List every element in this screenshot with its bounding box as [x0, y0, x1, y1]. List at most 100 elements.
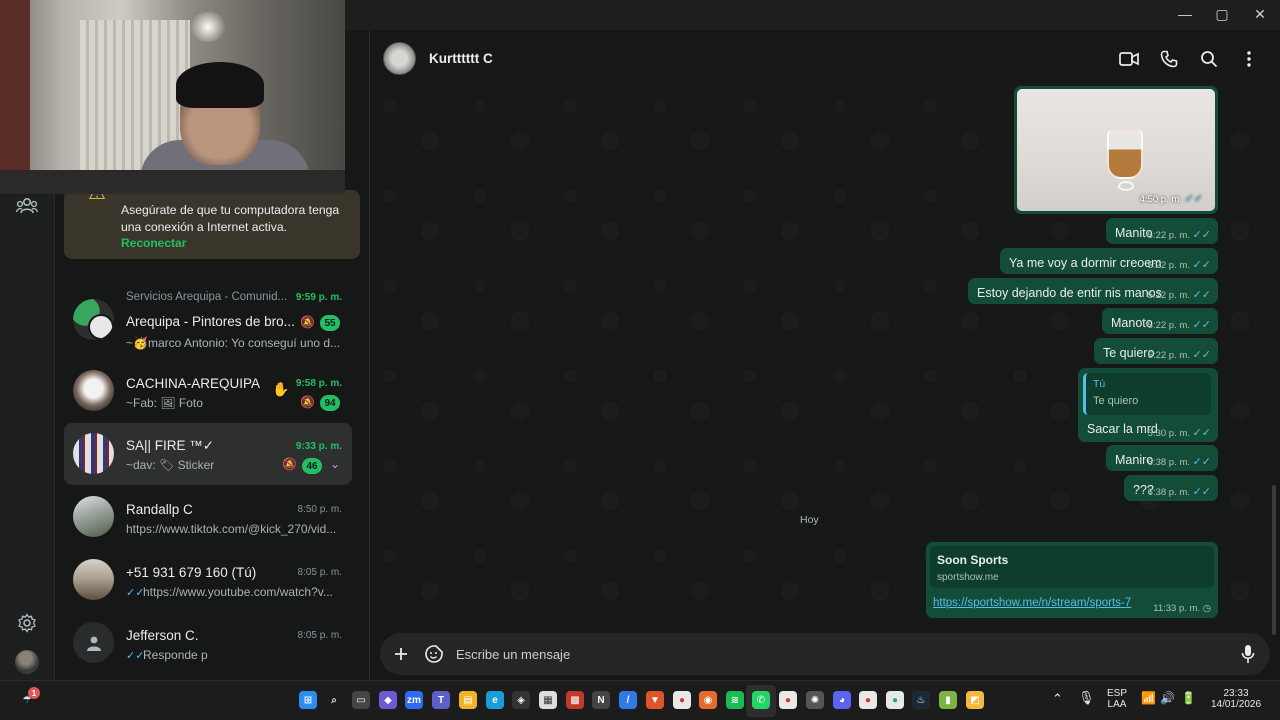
contact-name[interactable]: Kurtttttt C	[429, 51, 493, 66]
chat-name: CACHINA-AREQUIPA	[126, 376, 261, 391]
clock[interactable]: 23:33 14/01/2026	[1208, 688, 1264, 710]
app-green-icon[interactable]: ▮	[939, 691, 957, 709]
chat-avatar	[73, 559, 114, 600]
message-bubble[interactable]: Manoto 5:22 p. m. ✓✓	[1102, 308, 1218, 334]
menu-icon[interactable]	[1238, 48, 1260, 70]
message-bubble[interactable]: Ya me voy a dormir creoem 5:22 p. m. ✓✓	[1000, 248, 1218, 274]
message-meta: 5:22 p. m. ✓✓	[1148, 228, 1211, 241]
reconnect-link[interactable]: Reconectar	[121, 236, 186, 250]
chrome-alt-icon[interactable]: ●	[859, 691, 877, 709]
app-red-icon[interactable]: ▩	[566, 691, 584, 709]
communities-icon[interactable]	[14, 193, 40, 219]
read-ticks-icon: ✓✓	[1192, 486, 1211, 498]
chat-item[interactable]: CACHINA-AREQUIPA 9:58 p. m. ~Fab: 🖼 Foto…	[64, 360, 352, 422]
minimize-button[interactable]: —	[1166, 0, 1204, 28]
message-bubble[interactable]: Manito 5:22 p. m. ✓✓	[1106, 218, 1218, 244]
muted-icon: 🔕	[282, 457, 297, 471]
chrome-profile-icon[interactable]: ●	[779, 691, 797, 709]
video-call-icon[interactable]	[1118, 48, 1140, 70]
microphone-icon[interactable]	[1236, 642, 1260, 666]
notification-badge: 1	[28, 687, 40, 699]
chat-last-message: https://www.youtube.com/watch?v...	[143, 585, 333, 599]
read-ticks-icon: ✓✓	[1184, 193, 1203, 205]
chat-last-message: ~Fab: 🖼 Foto	[126, 396, 203, 410]
search-icon[interactable]	[1198, 48, 1220, 70]
teams-icon[interactable]: T	[432, 691, 450, 709]
settings-icon[interactable]	[14, 610, 40, 636]
read-ticks-icon: ✓✓	[1192, 259, 1211, 271]
attach-plus-icon[interactable]	[389, 642, 413, 666]
zoom-icon[interactable]: zm	[405, 691, 423, 709]
message-time: 5:22 p. m.	[1147, 350, 1190, 361]
chat-name: Jefferson C.	[126, 628, 199, 643]
file-explorer-icon[interactable]: ▤	[459, 691, 477, 709]
reply-message-bubble[interactable]: Tú Te quiero Sacar la mrd 5:30 p. m. ✓✓	[1078, 368, 1218, 442]
sticker-icon[interactable]	[422, 642, 446, 666]
image-time: 4:50 p. m.	[1139, 194, 1182, 205]
chevron-down-icon[interactable]: ⌄	[330, 457, 340, 471]
firefox-icon[interactable]: ◉	[699, 691, 717, 709]
chat-item[interactable]: Servicios Arequipa - Comunid... 9:59 p. …	[64, 289, 352, 351]
tray-overflow-icon[interactable]: ⌃	[1052, 691, 1063, 707]
quoted-message[interactable]: Tú Te quiero	[1083, 373, 1211, 415]
search-icon[interactable]: ⌕	[325, 691, 343, 709]
whatsapp-icon[interactable]: ✆	[752, 691, 770, 709]
message-bubble[interactable]: Maniro 6:38 p. m. ✓✓	[1106, 445, 1218, 471]
message-meta: 5:22 p. m. ✓✓	[1148, 348, 1211, 361]
link-message[interactable]: Soon Sports sportshow.me https://sportsh…	[926, 542, 1218, 618]
notion-icon[interactable]: N	[592, 691, 610, 709]
chat-time: 8:05 p. m.	[297, 630, 342, 641]
app-yellow-icon[interactable]: ◩	[966, 691, 984, 709]
chrome-alt2-icon[interactable]: ●	[886, 691, 904, 709]
message-input[interactable]	[456, 633, 1216, 675]
edge-icon[interactable]: e	[486, 691, 504, 709]
chat-name: +51 931 679 160 (Tú)	[126, 565, 257, 580]
volume-icon[interactable]: 🔊	[1160, 691, 1175, 705]
wifi-icon[interactable]: 📶	[1141, 691, 1156, 705]
writer-icon[interactable]: /	[619, 691, 637, 709]
chat-item[interactable]: Randallp C 8:50 p. m. https://www.tiktok…	[64, 486, 352, 548]
chat-item[interactable]: Jefferson C. 8:05 p. m. ✓✓ Responde p	[64, 612, 352, 674]
epic-games-icon[interactable]: ◈	[512, 691, 530, 709]
maximize-button[interactable]: ▢	[1203, 0, 1241, 28]
conversation-panel: Kurtttttt C 4:50 p. m. ✓✓ Manito 5:22 p.…	[370, 30, 1280, 680]
contact-avatar[interactable]	[383, 42, 416, 75]
steam-icon[interactable]: ♨	[912, 691, 930, 709]
close-button[interactable]: ✕	[1241, 0, 1279, 28]
phone-icon[interactable]	[1158, 48, 1180, 70]
link-preview[interactable]: Soon Sports sportshow.me	[930, 546, 1214, 588]
quoted-author: Tú	[1093, 378, 1106, 390]
message-bubble[interactable]: Te quiero 5:22 p. m. ✓✓	[1094, 338, 1218, 364]
webcam-door	[0, 0, 30, 194]
read-ticks-icon: ✓✓	[1192, 229, 1211, 241]
unread-badge: 46	[302, 458, 322, 474]
message-bubble[interactable]: Estoy dejando de entir nis manos 5:22 p.…	[968, 278, 1218, 304]
chat-time: 8:50 p. m.	[297, 504, 342, 515]
windows-taskbar: ☂ 1 ⊞ ⌕ ▭ ◆ zm T ▤ e ◈ ▦ ▩ N / ▼ ● ◉ ≋ ✆…	[0, 680, 1280, 720]
discord-icon[interactable]: ◕	[833, 691, 851, 709]
spotify-icon[interactable]: ≋	[726, 691, 744, 709]
chat-name: SA|| FIRE ™✓	[126, 438, 215, 453]
message-time: 5:22 p. m.	[1147, 230, 1190, 241]
copilot-icon[interactable]: ◆	[379, 691, 397, 709]
battery-icon[interactable]: 🔋	[1181, 691, 1196, 705]
muted-icon: 🔕	[300, 315, 315, 329]
mouse-cursor: ✋	[272, 381, 290, 397]
scrollbar[interactable]	[1272, 485, 1276, 635]
chrome-icon[interactable]: ●	[673, 691, 691, 709]
profile-avatar[interactable]	[15, 650, 39, 674]
image-message[interactable]: 4:50 p. m. ✓✓	[1014, 86, 1218, 214]
task-view-icon[interactable]: ▭	[352, 691, 370, 709]
message-bubble[interactable]: ??? 6:38 p. m. ✓✓	[1124, 475, 1218, 501]
start-icon[interactable]: ⊞	[299, 691, 317, 709]
chat-item[interactable]: +51 931 679 160 (Tú) 8:05 p. m. ✓✓ https…	[64, 549, 352, 611]
chatgpt-icon[interactable]: ✺	[806, 691, 824, 709]
brave-icon[interactable]: ▼	[646, 691, 664, 709]
microphone-tray-icon[interactable]: 🎙	[1078, 690, 1095, 706]
chat-item[interactable]: SA|| FIRE ™✓ 9:33 p. m. ~dav: 🏷 Sticker …	[64, 423, 352, 485]
chat-avatar	[73, 370, 114, 411]
language-indicator[interactable]: ESP LAA	[1104, 688, 1130, 710]
message-meta: 11:33 p. m. ◷	[1153, 603, 1211, 614]
link-url[interactable]: https://sportshow.me/n/stream/sports-7	[933, 597, 1131, 609]
store-icon[interactable]: ▦	[539, 691, 557, 709]
